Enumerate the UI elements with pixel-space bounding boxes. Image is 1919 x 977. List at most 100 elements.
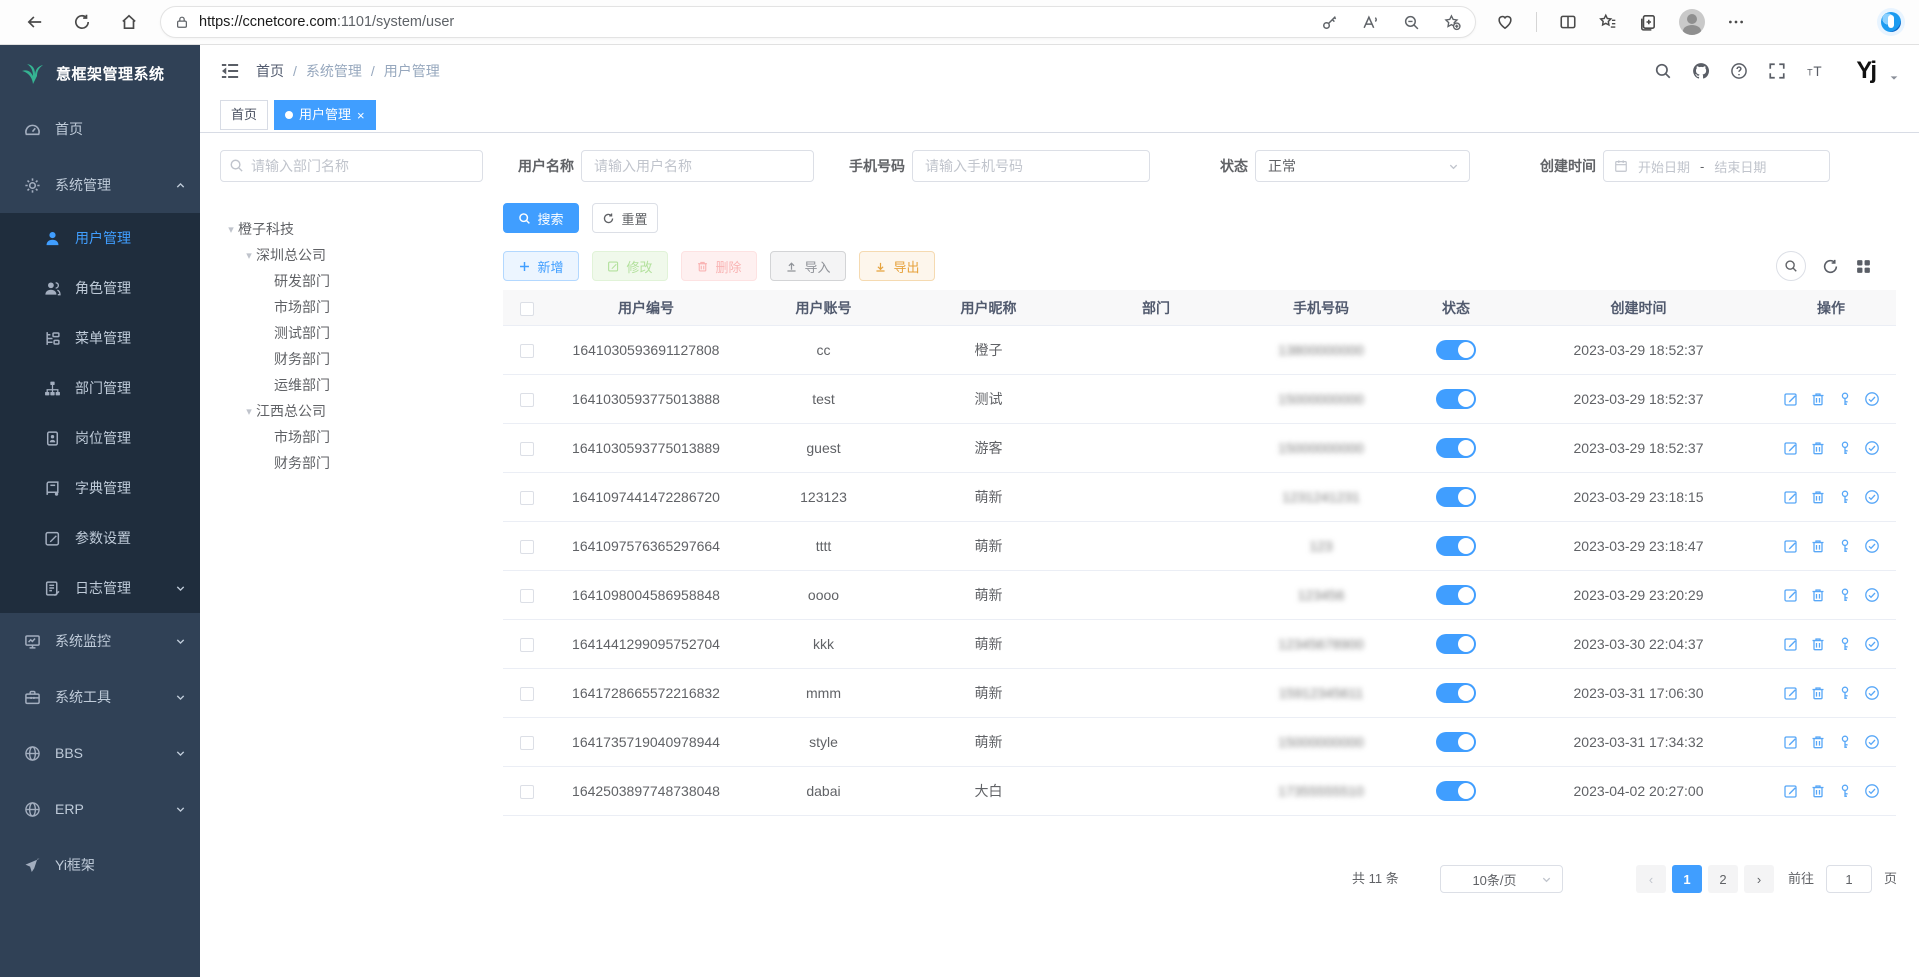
row-edit-icon[interactable] [1783, 783, 1799, 799]
sidebar-item-ERP[interactable]: ERP [0, 781, 200, 837]
show-search-toggle-button[interactable] [1776, 251, 1806, 281]
row-assign-role-icon[interactable] [1864, 391, 1880, 407]
tree-node-研发部门[interactable]: 研发部门 [220, 268, 483, 294]
row-checkbox[interactable] [520, 736, 534, 750]
row-reset-password-icon[interactable] [1837, 587, 1853, 603]
row-delete-icon[interactable] [1810, 489, 1826, 505]
breadcrumb-home[interactable]: 首页 [256, 61, 284, 81]
row-checkbox[interactable] [520, 638, 534, 652]
refresh-table-icon[interactable] [1822, 258, 1839, 275]
row-checkbox[interactable] [520, 785, 534, 799]
status-toggle[interactable] [1436, 487, 1476, 507]
row-assign-role-icon[interactable] [1864, 783, 1880, 799]
row-delete-icon[interactable] [1810, 538, 1826, 554]
row-edit-icon[interactable] [1783, 734, 1799, 750]
row-delete-icon[interactable] [1810, 685, 1826, 701]
row-assign-role-icon[interactable] [1864, 489, 1880, 505]
sidebar-item-用户管理[interactable]: 用户管理 [0, 213, 200, 263]
tree-expand-caret-icon[interactable]: ▾ [224, 223, 238, 236]
row-reset-password-icon[interactable] [1837, 636, 1853, 652]
github-icon[interactable] [1692, 62, 1710, 80]
row-assign-role-icon[interactable] [1864, 685, 1880, 701]
row-reset-password-icon[interactable] [1837, 783, 1853, 799]
row-reset-password-icon[interactable] [1837, 734, 1853, 750]
row-assign-role-icon[interactable] [1864, 440, 1880, 456]
add-favorite-icon[interactable] [1444, 14, 1461, 31]
row-reset-password-icon[interactable] [1837, 538, 1853, 554]
row-edit-icon[interactable] [1783, 538, 1799, 554]
add-button[interactable]: 新增 [503, 251, 579, 281]
row-checkbox[interactable] [520, 393, 534, 407]
back-icon[interactable] [26, 13, 44, 31]
tree-node-市场部门[interactable]: 市场部门 [220, 424, 483, 450]
refresh-icon[interactable] [73, 13, 91, 31]
edit-button[interactable]: 修改 [592, 251, 668, 281]
row-reset-password-icon[interactable] [1837, 685, 1853, 701]
row-delete-icon[interactable] [1810, 440, 1826, 456]
user-avatar-logo[interactable]: Yj [1856, 57, 1875, 85]
sidebar-item-系统监控[interactable]: 系统监控 [0, 613, 200, 669]
row-delete-icon[interactable] [1810, 734, 1826, 750]
row-assign-role-icon[interactable] [1864, 636, 1880, 652]
row-delete-icon[interactable] [1810, 391, 1826, 407]
status-select[interactable]: 正常 [1255, 150, 1470, 182]
sidebar-item-参数设置[interactable]: 参数设置 [0, 513, 200, 563]
help-icon[interactable] [1730, 62, 1748, 80]
row-reset-password-icon[interactable] [1837, 489, 1853, 505]
row-edit-icon[interactable] [1783, 636, 1799, 652]
header-search-icon[interactable] [1654, 62, 1672, 80]
address-bar[interactable]: https://ccnetcore.com:1101/system/user [160, 6, 1476, 38]
row-checkbox[interactable] [520, 687, 534, 701]
status-toggle[interactable] [1436, 585, 1476, 605]
select-all-checkbox[interactable] [520, 302, 534, 316]
export-button[interactable]: 导出 [859, 251, 935, 281]
search-button[interactable]: 搜索 [503, 203, 579, 233]
tree-expand-caret-icon[interactable]: ▾ [242, 249, 256, 262]
row-assign-role-icon[interactable] [1864, 538, 1880, 554]
tree-node-财务部门[interactable]: 财务部门 [220, 346, 483, 372]
collapse-sidebar-icon[interactable] [220, 61, 240, 81]
prev-page-button[interactable]: ‹ [1636, 865, 1666, 893]
status-toggle[interactable] [1436, 536, 1476, 556]
reset-button[interactable]: 重置 [592, 203, 658, 233]
close-tab-icon[interactable]: × [357, 109, 365, 122]
zoom-out-icon[interactable] [1403, 14, 1420, 31]
status-toggle[interactable] [1436, 683, 1476, 703]
sidebar-item-角色管理[interactable]: 角色管理 [0, 263, 200, 313]
page-button-1[interactable]: 1 [1672, 865, 1702, 893]
sidebar-item-首页[interactable]: 首页 [0, 101, 200, 157]
tree-node-运维部门[interactable]: 运维部门 [220, 372, 483, 398]
import-button[interactable]: 导入 [770, 251, 846, 281]
read-aloud-icon[interactable] [1362, 14, 1379, 31]
sidebar-item-日志管理[interactable]: 日志管理 [0, 563, 200, 613]
copilot-icon[interactable] [1877, 8, 1905, 36]
delete-button[interactable]: 删除 [681, 251, 757, 281]
row-assign-role-icon[interactable] [1864, 587, 1880, 603]
status-toggle[interactable] [1436, 634, 1476, 654]
browser-profile-avatar[interactable] [1679, 9, 1705, 35]
row-checkbox[interactable] [520, 344, 534, 358]
browser-essentials-icon[interactable] [1496, 13, 1514, 31]
row-edit-icon[interactable] [1783, 440, 1799, 456]
phone-input[interactable] [912, 150, 1150, 182]
avatar-caret-down-icon[interactable] [1889, 73, 1899, 83]
password-key-icon[interactable] [1321, 14, 1338, 31]
sidebar-item-菜单管理[interactable]: 菜单管理 [0, 313, 200, 363]
tree-node-市场部门[interactable]: 市场部门 [220, 294, 483, 320]
row-delete-icon[interactable] [1810, 636, 1826, 652]
home-icon[interactable] [120, 13, 138, 31]
sidebar-item-岗位管理[interactable]: 岗位管理 [0, 413, 200, 463]
goto-page-input[interactable] [1826, 865, 1872, 893]
favorites-icon[interactable] [1599, 13, 1617, 31]
sidebar-item-系统管理[interactable]: 系统管理 [0, 157, 200, 213]
dept-search-input[interactable] [220, 150, 483, 182]
sidebar-item-部门管理[interactable]: 部门管理 [0, 363, 200, 413]
row-checkbox[interactable] [520, 540, 534, 554]
sidebar-item-系统工具[interactable]: 系统工具 [0, 669, 200, 725]
status-toggle[interactable] [1436, 781, 1476, 801]
status-toggle[interactable] [1436, 340, 1476, 360]
font-size-icon[interactable]: TT [1806, 62, 1824, 80]
more-options-icon[interactable] [1727, 13, 1745, 31]
sidebar-item-BBS[interactable]: BBS [0, 725, 200, 781]
sidebar-item-Yi框架[interactable]: Yi框架 [0, 837, 200, 893]
